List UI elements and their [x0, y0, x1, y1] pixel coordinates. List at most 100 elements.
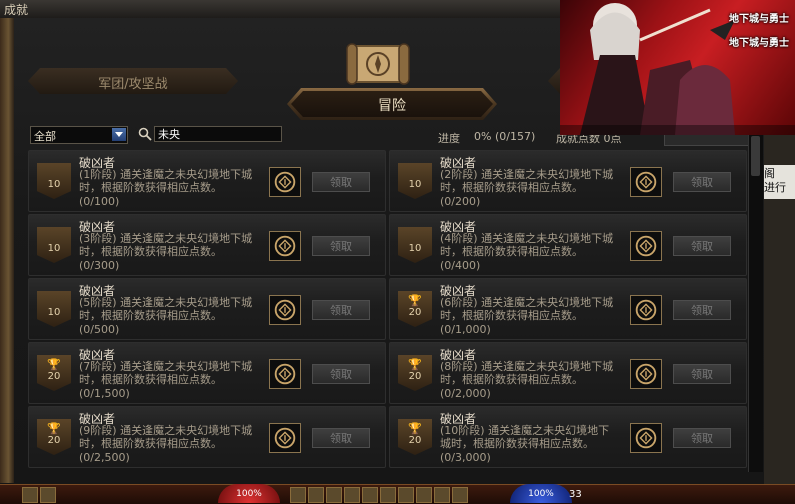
hud-slot[interactable]: [308, 487, 324, 503]
achievement-card: 🏆 20 破凶者 (9阶段) 通关逢魔之未央幻境地下城时，根据阶数获得相应点数。 (0/…: [28, 406, 386, 468]
reward-emblem-icon[interactable]: [269, 231, 301, 261]
points-badge: 10: [398, 163, 432, 199]
points-value: 20: [408, 371, 422, 382]
achievement-card: 🏆 20 破凶者 (7阶段) 通关逢魔之未央幻境地下城时，根据阶数获得相应点数。 (0/…: [28, 342, 386, 404]
points-badge: 🏆 20: [398, 419, 432, 455]
hud-slot[interactable]: [416, 487, 432, 503]
hud-slot[interactable]: [326, 487, 342, 503]
left-border: [0, 18, 14, 483]
reward-emblem-icon[interactable]: [630, 295, 662, 325]
claim-button[interactable]: 领取: [312, 300, 370, 320]
hud-slot[interactable]: [290, 487, 306, 503]
points-badge: 🏆 20: [398, 355, 432, 391]
achievement-progress: (0/2,500): [79, 451, 130, 464]
reward-emblem-icon[interactable]: [269, 423, 301, 453]
achievement-description: (5阶段) 通关逢魔之未央幻境地下城时，根据阶数获得相应点数。: [79, 296, 253, 322]
achievement-description: (4阶段) 通关逢魔之未央幻境地下城时，根据阶数获得相应点数。: [440, 232, 614, 258]
achievement-progress: (0/200): [440, 195, 481, 208]
claim-button[interactable]: 领取: [673, 364, 731, 384]
progress-value: 0% (0/157): [474, 130, 536, 143]
achievement-card: 10 破凶者 (2阶段) 通关逢魔之未央幻境地下城时，根据阶数获得相应点数。 (0/2…: [389, 150, 747, 212]
category-select[interactable]: 全部: [30, 126, 128, 144]
claim-button[interactable]: 领取: [312, 236, 370, 256]
points-value: 10: [408, 243, 422, 254]
achievement-description: (10阶段) 通关逢魔之未央幻境地下城时，根据阶数获得相应点数。: [440, 424, 610, 450]
reward-emblem-icon[interactable]: [269, 167, 301, 197]
tab-adventure[interactable]: 冒险: [287, 88, 497, 120]
side-fragment-2: 进行: [764, 179, 795, 199]
trophy-icon: 🏆: [47, 422, 61, 435]
achievement-progress: (0/500): [79, 323, 120, 336]
claim-button[interactable]: 领取: [673, 428, 731, 448]
points-badge: 10: [37, 163, 71, 199]
achievement-description: (6阶段) 通关逢魔之未央幻境地下城时，根据阶数获得相应点数。: [440, 296, 614, 322]
achievement-progress: (0/100): [79, 195, 120, 208]
achievement-description: (2阶段) 通关逢魔之未央幻境地下城时，根据阶数获得相应点数。: [440, 168, 614, 194]
scrollbar-thumb[interactable]: [751, 136, 760, 176]
reward-emblem-icon[interactable]: [630, 423, 662, 453]
achievement-card: 🏆 20 破凶者 (6阶段) 通关逢魔之未央幻境地下城时，根据阶数获得相应点数。 (0/…: [389, 278, 747, 340]
claim-button[interactable]: 领取: [673, 172, 731, 192]
banner-logo-top: 地下城与勇士: [729, 14, 789, 25]
points-value: 20: [47, 435, 61, 446]
mp-orb: 100%: [510, 484, 572, 503]
progress-label: 进度: [438, 132, 460, 145]
achievement-progress: (0/3,000): [440, 451, 491, 464]
trophy-icon: 🏆: [408, 294, 422, 307]
achievement-description: (3阶段) 通关逢魔之未央幻境地下城时，根据阶数获得相应点数。: [79, 232, 253, 258]
tab-adventure-label: 冒险: [378, 98, 406, 114]
claim-button[interactable]: 领取: [312, 364, 370, 384]
achievement-card: 10 破凶者 (5阶段) 通关逢魔之未央幻境地下城时，根据阶数获得相应点数。 (0/5…: [28, 278, 386, 340]
achievement-card: 10 破凶者 (3阶段) 通关逢魔之未央幻境地下城时，根据阶数获得相应点数。 (0/3…: [28, 214, 386, 276]
hud-slot[interactable]: [362, 487, 378, 503]
reward-emblem-icon[interactable]: [630, 231, 662, 261]
chevron-down-icon[interactable]: [112, 128, 126, 141]
promo-banner[interactable]: 地下城与勇士 地下城与勇士: [560, 0, 795, 135]
reward-emblem-icon[interactable]: [269, 295, 301, 325]
achievement-description: (1阶段) 通关逢魔之未央幻境地下城时，根据阶数获得相应点数。: [79, 168, 253, 194]
achievement-card: 🏆 20 破凶者 (8阶段) 通关逢魔之未央幻境地下城时，根据阶数获得相应点数。 (0/…: [389, 342, 747, 404]
window-title: 成就: [4, 3, 29, 17]
trophy-icon: 🏆: [408, 422, 422, 435]
search-input[interactable]: [154, 126, 282, 142]
window-titlebar[interactable]: 成就: [0, 0, 560, 19]
trophy-icon: 🏆: [408, 358, 422, 371]
claim-button[interactable]: 领取: [673, 236, 731, 256]
hud-slot[interactable]: [434, 487, 450, 503]
mp-value: 100%: [528, 489, 554, 499]
claim-button[interactable]: 领取: [312, 172, 370, 192]
reward-emblem-icon[interactable]: [630, 359, 662, 389]
reward-emblem-icon[interactable]: [630, 167, 662, 197]
points-value: 20: [408, 435, 422, 446]
achievement-progress: (0/300): [79, 259, 120, 272]
points-value: 10: [47, 179, 61, 190]
hud-slot[interactable]: [398, 487, 414, 503]
hud-slot[interactable]: [40, 487, 56, 503]
hud-slot[interactable]: [380, 487, 396, 503]
hp-orb: 100%: [218, 484, 280, 503]
hp-value: 100%: [236, 489, 262, 499]
claim-button[interactable]: 领取: [673, 300, 731, 320]
points-value: 20: [408, 307, 422, 318]
claim-button[interactable]: 领取: [312, 428, 370, 448]
reward-emblem-icon[interactable]: [269, 359, 301, 389]
achievement-description: (7阶段) 通关逢魔之未央幻境地下城时，根据阶数获得相应点数。: [79, 360, 253, 386]
achievement-card: 10 破凶者 (1阶段) 通关逢魔之未央幻境地下城时，根据阶数获得相应点数。 (0/1…: [28, 150, 386, 212]
scrollbar[interactable]: [748, 132, 763, 472]
achievement-description: (8阶段) 通关逢魔之未央幻境地下城时，根据阶数获得相应点数。: [440, 360, 614, 386]
tab-legion-label: 军团/攻坚战: [98, 77, 168, 92]
points-badge: 10: [398, 227, 432, 263]
points-badge: 🏆 20: [398, 291, 432, 327]
hud-slot[interactable]: [22, 487, 38, 503]
trophy-icon: 🏆: [47, 358, 61, 371]
points-badge: 🏆 20: [37, 419, 71, 455]
level-number: 33: [569, 489, 582, 500]
points-value: 10: [47, 243, 61, 254]
achievement-description: (9阶段) 通关逢魔之未央幻境地下城时，根据阶数获得相应点数。: [79, 424, 253, 450]
points-value: 10: [408, 179, 422, 190]
achievement-card: 🏆 20 破凶者 (10阶段) 通关逢魔之未央幻境地下城时，根据阶数获得相应点数。 (0…: [389, 406, 747, 468]
hud-slot[interactable]: [452, 487, 468, 503]
points-value: 10: [47, 307, 61, 318]
tab-legion[interactable]: 军团/攻坚战: [28, 68, 238, 94]
hud-slot[interactable]: [344, 487, 360, 503]
